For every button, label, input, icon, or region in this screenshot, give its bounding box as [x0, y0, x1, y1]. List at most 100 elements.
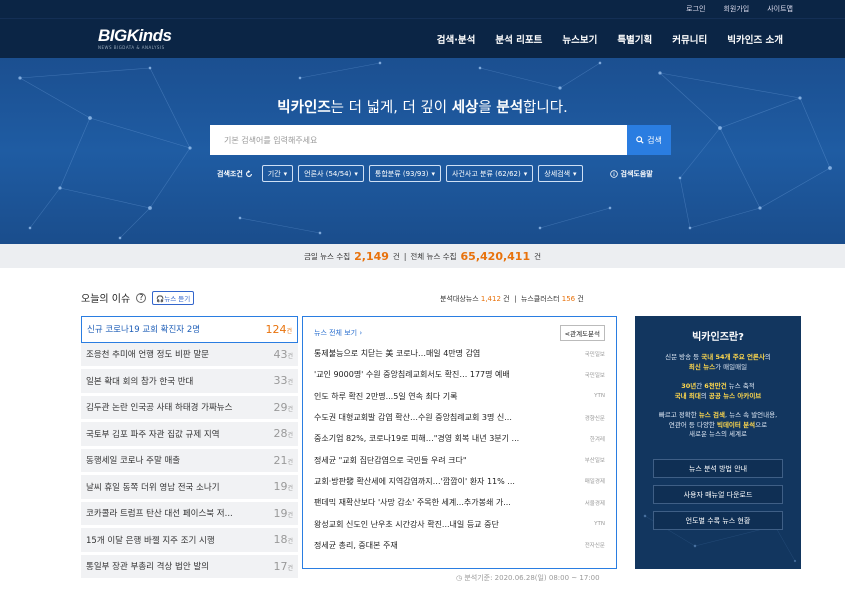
search-help-link[interactable]: 검색도움말 — [609, 169, 653, 179]
stats-divider: | — [403, 251, 407, 261]
listen-news-label: 뉴스 듣기 — [164, 294, 191, 303]
filter-category[interactable]: 통합분류 (93/93) ▾ — [368, 165, 442, 182]
chevron-down-icon: ▾ — [354, 169, 358, 178]
hero-search-section: 빅카인즈는 더 넓게, 더 깊이 세상을 분석합니다. 검색 검색조건 기간▾ … — [0, 58, 845, 244]
issue-count: 17 — [273, 559, 288, 573]
news-item[interactable]: 인도 하루 확진 2만명...5일 연속 최다 기록 YTN — [314, 386, 605, 407]
search-input[interactable] — [210, 125, 627, 155]
signup-link[interactable]: 회원가입 — [723, 4, 749, 14]
issue-title: 신규 코로나19 교회 확진자 2명 — [87, 325, 201, 336]
filter-period[interactable]: 기간 ▾ — [261, 165, 294, 182]
news-item[interactable]: 중소기업 82%, 코로나19로 피해…"경영 회복 내년 3분기 ... 한겨레 — [314, 428, 605, 449]
issue-unit: 건 — [286, 327, 292, 335]
issue-item[interactable]: 신규 코로나19 교회 확진자 2명 124건 — [81, 316, 298, 343]
issue-item[interactable]: 동행세일 코로나 주말 매출 21건 — [81, 448, 298, 475]
news-title: 교회·방판發 확산세에 지역감염까지…'깜깜이' 환자 11% ... — [314, 476, 515, 486]
bigkinds-logo[interactable]: BIGKinds NEWS BIGDATA & ANALYSIS — [98, 27, 172, 50]
issue-title: 김두관 논란 인국공 사태 하태경 가짜뉴스 — [86, 403, 233, 414]
news-source: 국민일보 — [584, 351, 605, 358]
issue-item[interactable]: 날씨 휴일 동쪽 더위 영남 전국 소나기 19건 — [81, 475, 298, 502]
manual-download-button[interactable]: 사용자 매뉴얼 다운로드 — [653, 485, 783, 504]
news-source: 국민일보 — [584, 372, 605, 379]
refresh-icon[interactable] — [245, 169, 253, 178]
news-item[interactable]: '교인 9000명' 수원 중앙침례교회서도 확진… 177명 예배 국민일보 — [314, 364, 605, 385]
chevron-down-icon: ▾ — [523, 169, 528, 178]
analysis-basis-text: 분석기준: 2020.06.28(일) 08:00 ~ 17:00 — [464, 574, 600, 582]
analysis-count: 1,412 — [480, 295, 501, 303]
chevron-right-icon: › — [359, 329, 363, 337]
news-source: 한겨레 — [589, 436, 605, 443]
search-button[interactable]: 검색 — [627, 125, 671, 155]
menu-about[interactable]: 빅카인즈 소개 — [727, 32, 783, 46]
filter-incident-label: 사건사고 분류 (62/62) — [452, 169, 521, 178]
issue-item[interactable]: 통일부 장관 부총리 격상 법안 발의 17건 — [81, 554, 298, 581]
issue-title: 통일부 장관 부총리 격상 법안 발의 — [86, 562, 209, 573]
issue-item[interactable]: 조응천 추미애 언행 정도 비판 말문 43건 — [81, 342, 298, 369]
cluster-label: 뉴스클러스터 — [520, 295, 560, 303]
issue-title: 조응천 추미애 언행 정도 비판 말문 — [86, 350, 209, 361]
login-link[interactable]: 로그인 — [686, 4, 705, 14]
yearly-news-status-button[interactable]: 언도별 수록 뉴스 현황 — [653, 511, 783, 530]
relation-analysis-button[interactable]: ⋖관계도분석 — [559, 325, 605, 341]
menu-analysis-report[interactable]: 분석 리포트 — [495, 32, 542, 46]
headline-emphasis-2: 분석 — [496, 100, 524, 116]
news-item[interactable]: 왕성교회 신도인 난우초 시간강사 확진...내일 등교 중단 YTN — [314, 513, 605, 534]
issues-header: 오늘의 이슈 ? 🎧뉴스 듣기 — [81, 290, 195, 305]
analysis-guide-button[interactable]: 뉴스 분석 방법 안내 — [653, 459, 783, 478]
help-icon[interactable]: ? — [136, 292, 147, 303]
issue-item[interactable]: 코카콜라 트럼프 탄산 대선 페이스북 저... 19건 — [81, 501, 298, 528]
filter-category-label: 통합분류 (93/93) — [374, 169, 429, 178]
news-item[interactable]: 정세균 "교회 집단감염으로 국민들 우려 크다" 부산일보 — [314, 449, 605, 470]
filter-press[interactable]: 언론사 (54/54) ▾ — [298, 165, 364, 182]
total-label: 전체 뉴스 수집 — [410, 251, 457, 261]
analysis-label: 분석대상뉴스 — [440, 295, 479, 303]
about-bigkinds-panel: 빅카인즈란? 신문 방송 등 국내 54개 주요 언론사의 최신 뉴스가 매일매… — [635, 316, 801, 569]
filter-press-label: 언론사 (54/54) — [304, 169, 352, 178]
news-item[interactable]: 수도권 대형교회발 감염 확산…수원 중앙침례교회 3명 신... 경향신문 — [314, 407, 605, 428]
news-title: 정세균 총리, 중대본 주재 — [314, 540, 398, 550]
issue-item[interactable]: 15개 이달 은행 바젤 지주 조기 시행 18건 — [81, 528, 298, 555]
view-all-news-link[interactable]: 뉴스 전체 보기 › — [314, 328, 362, 338]
filter-incident[interactable]: 사건사고 분류 (62/62) ▾ — [446, 165, 534, 182]
news-item[interactable]: 통제불능으로 치닫는 美 코로나…매일 4만명 감염 국민일보 — [314, 343, 605, 364]
issue-count: 18 — [273, 533, 288, 547]
filter-detail[interactable]: 상세검색 ▾ — [538, 165, 583, 182]
issue-unit: 건 — [287, 405, 293, 413]
news-title: 수도권 대형교회발 감염 확산…수원 중앙침례교회 3명 신... — [314, 413, 512, 423]
main-menu: 검색·분석 분석 리포트 뉴스보기 특별기획 커뮤니티 빅카인즈 소개 — [437, 32, 783, 46]
headline-brand: 빅카인즈 — [277, 100, 331, 116]
issue-count: 19 — [273, 480, 288, 494]
news-title: '교인 9000명' 수원 중앙침례교회서도 확진… 177명 예배 — [314, 370, 510, 380]
today-unit: 건 — [392, 251, 400, 261]
search-filters: 검색조건 기간 ▾ 언론사 (54/54) ▾ 통합분류 (93/93) ▾ 사건사고… — [217, 165, 653, 182]
logo-tagline: NEWS BIGDATA & ANALYSIS — [98, 44, 165, 50]
news-title: 중소기업 82%, 코로나19로 피해…"경영 회복 내년 3분기 ... — [314, 434, 520, 444]
issue-item[interactable]: 일본 확대 회의 참가 한국 반대 33건 — [81, 369, 298, 396]
news-source: 경향신문 — [584, 415, 605, 422]
issue-title: 날씨 휴일 동쪽 더위 영남 전국 소나기 — [86, 482, 220, 493]
menu-community[interactable]: 커뮤니티 — [672, 32, 707, 46]
search-button-label: 검색 — [647, 135, 662, 145]
news-source: 서울경제 — [584, 500, 605, 507]
news-item[interactable]: 팬데믹 재확산보다 '사망 감소' 주목한 세계...추가봉쇄 가... 서울경제 — [314, 492, 605, 513]
sitemap-link[interactable]: 사이트맵 — [767, 4, 793, 14]
issue-stats-divider: | — [514, 295, 517, 303]
issue-count: 21 — [273, 453, 288, 467]
network-background — [643, 514, 797, 563]
search-icon — [636, 136, 644, 144]
news-source: YTN — [594, 521, 605, 528]
news-item[interactable]: 교회·방판發 확산세에 지역감염까지…'깜깜이' 환자 11% ... 매일경제 — [314, 471, 605, 492]
issue-count: 28 — [273, 427, 288, 441]
news-item[interactable]: 정세균 총리, 중대본 주재 전자신문 — [314, 535, 605, 556]
headline-text-3: 합니다. — [523, 100, 568, 116]
menu-news-view[interactable]: 뉴스보기 — [562, 32, 597, 46]
filter-period-label: 기간 — [267, 169, 281, 178]
issue-item[interactable]: 김두관 논란 인국공 사태 하태경 가짜뉴스 29건 — [81, 395, 298, 422]
main-navigation: BIGKinds NEWS BIGDATA & ANALYSIS 검색·분석 분… — [0, 18, 845, 58]
menu-search-analysis[interactable]: 검색·분석 — [437, 32, 476, 46]
issue-item[interactable]: 국토부 김포 파주 자관 집값 규제 지역 28건 — [81, 422, 298, 449]
menu-special[interactable]: 특별기획 — [617, 32, 652, 46]
listen-news-button[interactable]: 🎧뉴스 듣기 — [152, 290, 195, 305]
cluster-unit: 건 — [577, 295, 584, 303]
news-source: 전자신문 — [584, 543, 605, 550]
